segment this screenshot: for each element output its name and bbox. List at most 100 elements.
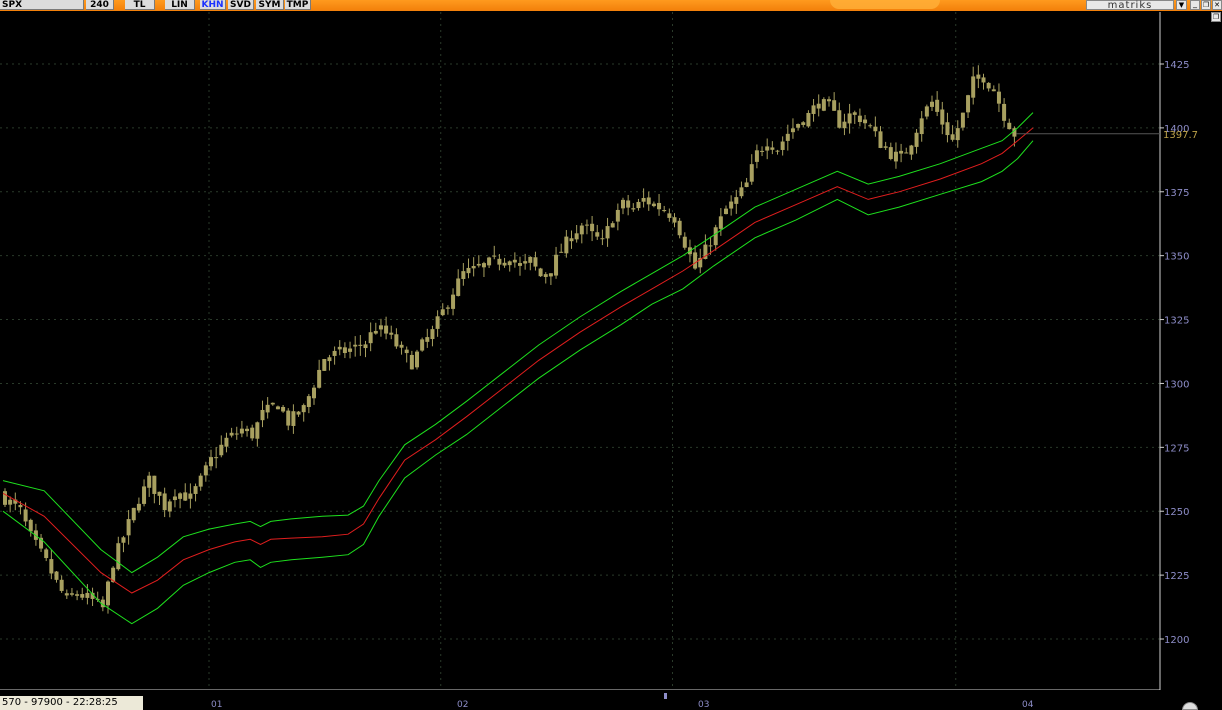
candle-body [435, 316, 440, 329]
price-axis: 1200122512501275130013251350137514001425 [208, 60, 1189, 698]
candle-body [18, 505, 23, 508]
scroll-thumb[interactable] [664, 693, 667, 699]
candle-body [209, 457, 213, 467]
candle-body [770, 147, 775, 150]
candle-body [600, 238, 605, 240]
candle-body [512, 259, 517, 263]
candle-body [528, 256, 533, 263]
candle-body [662, 210, 667, 212]
candle-body [909, 145, 914, 155]
price-chart[interactable]: 1200122512501275130013251350137514001425… [0, 0, 1222, 710]
candle-body [924, 106, 929, 117]
candle-body [348, 348, 353, 352]
candle-body [883, 146, 888, 148]
candle-body [569, 238, 574, 242]
minimize-icon[interactable]: _ [1190, 0, 1200, 10]
status-readout: 570 - 97900 - 22:28:25 [0, 696, 143, 710]
candle-body [677, 220, 682, 236]
candle-body [672, 217, 677, 223]
upper-band-line [2, 112, 1034, 574]
candle-body [301, 405, 306, 413]
candle-body [852, 112, 857, 115]
candle-body [832, 100, 837, 111]
candle-body [445, 307, 450, 309]
restore-icon[interactable]: ❐ [1211, 12, 1221, 22]
candle-body [121, 537, 126, 543]
candle-body [250, 427, 255, 439]
candle-body [322, 358, 327, 371]
candle-body [224, 437, 229, 447]
period-field[interactable]: 240 [86, 0, 114, 10]
candle-body [744, 182, 749, 188]
candle-body [69, 593, 74, 595]
candle-body [312, 387, 316, 399]
time-label-02: 02 [457, 700, 469, 710]
candle-body [806, 112, 811, 127]
svd-button[interactable]: SVD [228, 0, 254, 10]
sym-button[interactable]: SYM [256, 0, 284, 10]
candle-body [785, 133, 790, 141]
candle-body [754, 150, 759, 162]
candle-body [543, 274, 548, 277]
candle-body [626, 200, 631, 208]
restore-icon[interactable]: ❐ [1201, 0, 1211, 10]
candle-body [425, 337, 430, 342]
candle-body [327, 357, 332, 362]
candle-body [373, 330, 378, 334]
candle-body [827, 99, 831, 102]
candle-body [940, 109, 945, 125]
candle-body [167, 501, 172, 512]
candle-body [971, 76, 976, 98]
tl-button[interactable]: TL [125, 0, 155, 10]
candle-body [533, 257, 538, 267]
candle-body [955, 128, 960, 141]
candle-body [353, 344, 358, 347]
candle-body [106, 581, 110, 606]
candle-body [172, 496, 177, 501]
lin-button[interactable]: LIN [165, 0, 195, 10]
candle-body [651, 203, 656, 207]
khn-button[interactable]: KHN [200, 0, 226, 10]
candle-body [492, 255, 497, 257]
candle-body [219, 444, 224, 456]
candle-body [554, 254, 559, 276]
candle-body [157, 491, 162, 496]
tmp-button[interactable]: TMP [285, 0, 311, 10]
chevron-down-icon[interactable]: ▼ [1176, 0, 1187, 10]
candle-body [636, 201, 641, 209]
candle-body [708, 245, 713, 247]
candle-body [605, 226, 610, 239]
candle-body [595, 232, 600, 237]
candle-body [559, 251, 564, 253]
candle-body [950, 134, 955, 140]
candle-body [579, 225, 584, 235]
toolbar-decoration [830, 0, 940, 9]
candle-body [904, 152, 909, 154]
price-tick-label: 1375 [1164, 188, 1189, 199]
candle-body [935, 99, 940, 112]
candle-body [415, 351, 419, 368]
candle-body [162, 493, 167, 511]
candle-body [842, 121, 847, 129]
candle-body [497, 258, 502, 265]
time-axis-bar [0, 690, 1222, 710]
time-label-01: 01 [211, 700, 223, 710]
candle-body [888, 147, 893, 159]
candle-body [760, 150, 765, 152]
candle-body [378, 325, 383, 330]
candle-body [641, 197, 646, 202]
time-label-03: 03 [698, 700, 710, 710]
candle-body [646, 197, 651, 205]
last-price-marker: 1397.7 [1016, 130, 1198, 141]
candle-body [203, 465, 208, 476]
candle-body [899, 150, 904, 154]
candle-body [729, 201, 734, 209]
candle-body [966, 95, 971, 113]
candle-body [363, 344, 368, 349]
candle-series [3, 65, 1017, 614]
candle-body [873, 126, 878, 132]
close-icon[interactable]: ✕ [1212, 0, 1222, 10]
brand-logo: matriks [1086, 0, 1174, 11]
candle-body [471, 266, 476, 269]
symbol-field[interactable]: SPX [0, 0, 84, 10]
